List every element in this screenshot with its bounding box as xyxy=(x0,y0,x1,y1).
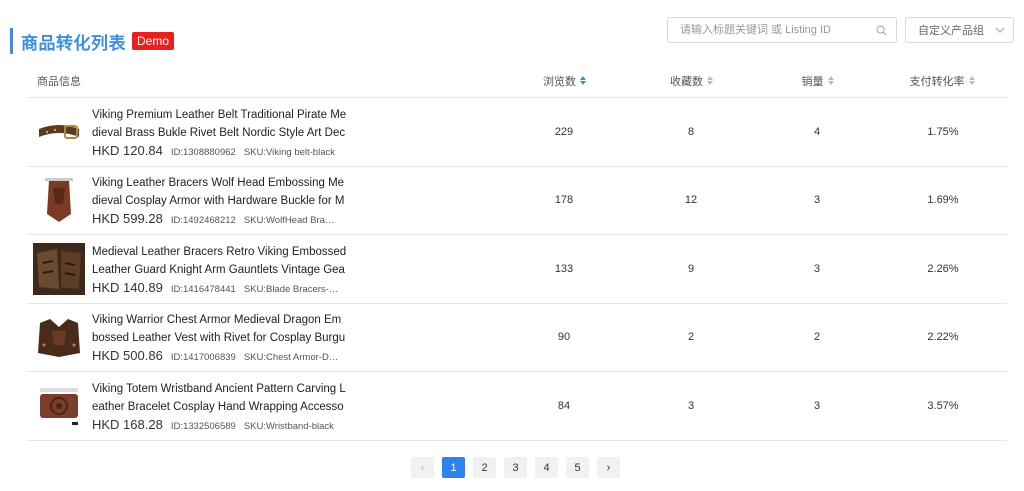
product-title[interactable]: Viking Leather Bracers Wolf Head Embossi… xyxy=(92,174,347,210)
product-sku: SKU:Viking belt-black xyxy=(243,146,335,158)
prev-page-button[interactable]: ‹ xyxy=(411,457,434,478)
views-cell: 178 xyxy=(554,194,574,207)
product-thumbnail[interactable] xyxy=(33,380,85,432)
column-conversion[interactable]: 支付转化率 xyxy=(887,73,997,89)
column-views[interactable]: 浏览数 xyxy=(522,73,607,89)
views-cell: 229 xyxy=(554,125,574,138)
search-box[interactable] xyxy=(667,17,897,43)
page-3-button[interactable]: 3 xyxy=(504,457,527,478)
column-sales-label: 销量 xyxy=(801,75,824,88)
conversion-cell: 2.26% xyxy=(927,262,959,275)
product-id: ID:1308880962 xyxy=(170,146,236,158)
product-meta: HKD 140.89 ID:1416478441 SKU:Blade Brace… xyxy=(92,280,347,295)
sales-cell: 3 xyxy=(813,399,821,412)
column-info: 商品信息 xyxy=(37,75,81,88)
product-group-select[interactable]: 自定义产品组 xyxy=(905,17,1014,43)
column-sales[interactable]: 销量 xyxy=(775,73,860,89)
next-page-button[interactable]: › xyxy=(597,457,620,478)
product-meta: HKD 120.84 ID:1308880962 SKU:Viking belt… xyxy=(92,143,347,158)
search-icon[interactable] xyxy=(874,23,888,37)
favorites-cell: 12 xyxy=(684,194,698,207)
table-row[interactable]: Viking Warrior Chest Armor Medieval Drag… xyxy=(27,304,1007,372)
product-meta: HKD 168.28 ID:1332506589 SKU:Wristband-b… xyxy=(92,417,347,432)
table-row[interactable]: Viking Leather Bracers Wolf Head Embossi… xyxy=(27,167,1007,235)
product-sku: SKU:Blade Bracers-brown xyxy=(243,283,339,295)
views-cell: 133 xyxy=(554,262,574,275)
conversion-cell: 1.69% xyxy=(927,194,959,207)
product-sku: SKU:WolfHead Bracers xyxy=(243,215,339,227)
page-title: 商品转化列表 xyxy=(21,33,126,53)
product-table: 商品信息 浏览数 收藏数 销量 支付转化率 Viking Premium Lea… xyxy=(27,64,1007,441)
page-4-button[interactable]: 4 xyxy=(535,457,558,478)
sales-cell: 2 xyxy=(813,331,821,344)
product-meta: HKD 599.28 ID:1492468212 SKU:WolfHead Br… xyxy=(92,211,347,226)
product-title[interactable]: Viking Premium Leather Belt Traditional … xyxy=(92,106,347,142)
column-views-label: 浏览数 xyxy=(543,75,576,88)
product-thumbnail[interactable] xyxy=(33,311,85,363)
product-thumbnail[interactable] xyxy=(33,106,85,158)
table-row[interactable]: Medieval Leather Bracers Retro Viking Em… xyxy=(27,235,1007,304)
product-sku: SKU:Wristband-black xyxy=(243,420,334,432)
product-info: Medieval Leather Bracers Retro Viking Em… xyxy=(92,243,347,295)
product-id: ID:1492468212 xyxy=(170,215,236,227)
title-accent-bar xyxy=(10,28,13,54)
table-row[interactable]: Viking Premium Leather Belt Traditional … xyxy=(27,98,1007,167)
sort-icon[interactable] xyxy=(707,76,713,85)
product-info: Viking Warrior Chest Armor Medieval Drag… xyxy=(92,311,347,363)
page-header: 商品转化列表 Demo xyxy=(10,28,175,54)
product-title[interactable]: Medieval Leather Bracers Retro Viking Em… xyxy=(92,243,347,279)
page-5-button[interactable]: 5 xyxy=(566,457,589,478)
sort-icon[interactable] xyxy=(968,76,975,85)
product-thumbnail[interactable] xyxy=(33,174,85,226)
favorites-cell: 9 xyxy=(687,262,695,275)
table-header: 商品信息 浏览数 收藏数 销量 支付转化率 xyxy=(27,64,1007,98)
page-1-button[interactable]: 1 xyxy=(442,457,465,478)
column-favorites[interactable]: 收藏数 xyxy=(649,73,734,89)
product-price: HKD 599.28 xyxy=(92,211,163,227)
product-id: ID:1416478441 xyxy=(170,283,236,295)
pagination: ‹ 1 2 3 4 5 › xyxy=(411,457,620,478)
product-title[interactable]: Viking Warrior Chest Armor Medieval Drag… xyxy=(92,311,347,347)
product-meta: HKD 500.86 ID:1417006839 SKU:Chest Armor… xyxy=(92,348,347,363)
sort-icon[interactable] xyxy=(827,76,834,85)
views-cell: 84 xyxy=(557,399,571,412)
search-input[interactable] xyxy=(680,24,874,36)
conversion-cell: 2.22% xyxy=(927,331,959,344)
conversion-cell: 3.57% xyxy=(927,399,959,412)
product-id: ID:1417006839 xyxy=(170,352,236,364)
product-thumbnail[interactable] xyxy=(33,242,85,295)
conversion-cell: 1.75% xyxy=(927,125,959,138)
views-cell: 90 xyxy=(557,331,571,344)
table-row[interactable]: Viking Totem Wristband Ancient Pattern C… xyxy=(27,372,1007,441)
favorites-cell: 3 xyxy=(687,399,695,412)
product-price: HKD 500.86 xyxy=(92,348,163,364)
product-title[interactable]: Viking Totem Wristband Ancient Pattern C… xyxy=(92,380,347,416)
product-group-value: 自定义产品组 xyxy=(918,25,984,37)
favorites-cell: 8 xyxy=(687,125,695,138)
sales-cell: 3 xyxy=(813,262,821,275)
product-price: HKD 168.28 xyxy=(92,416,163,432)
product-info: Viking Totem Wristband Ancient Pattern C… xyxy=(92,380,347,432)
favorites-cell: 2 xyxy=(687,331,695,344)
page-2-button[interactable]: 2 xyxy=(473,457,496,478)
sort-icon[interactable] xyxy=(580,76,586,85)
product-info: Viking Premium Leather Belt Traditional … xyxy=(92,106,347,158)
demo-badge: Demo xyxy=(132,32,175,50)
chevron-down-icon xyxy=(995,24,1005,36)
column-conversion-label: 支付转化率 xyxy=(909,75,965,88)
product-price: HKD 120.84 xyxy=(92,142,163,158)
column-favorites-label: 收藏数 xyxy=(670,75,703,88)
product-id: ID:1332506589 xyxy=(170,420,236,432)
sales-cell: 3 xyxy=(813,194,821,207)
sales-cell: 4 xyxy=(813,125,821,138)
product-price: HKD 140.89 xyxy=(92,279,163,295)
product-info: Viking Leather Bracers Wolf Head Embossi… xyxy=(92,174,347,226)
product-sku: SKU:Chest Armor-Dragon xyxy=(243,352,339,364)
